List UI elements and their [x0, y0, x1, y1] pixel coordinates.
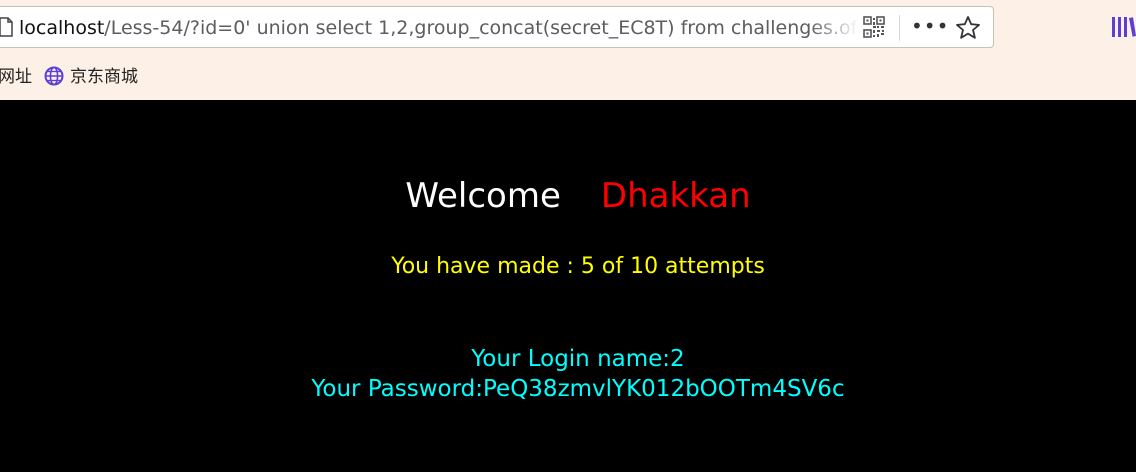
qr-code-icon[interactable] — [863, 16, 885, 38]
url-path: /Less-54/?id=0' union select 1,2,group_c… — [104, 17, 859, 39]
url-host: localhost — [19, 17, 105, 39]
page-content: Welcome Dhakkan You have made : 5 of 10 a… — [0, 100, 1136, 472]
url-text[interactable]: localhost/Less-54/?id=0' union select 1,… — [19, 16, 859, 40]
toolbar-divider — [899, 15, 900, 41]
library-icon[interactable] — [1110, 14, 1136, 40]
more-icon[interactable]: ••• — [911, 15, 948, 41]
welcome-heading: Welcome Dhakkan — [0, 174, 1136, 218]
user-name: Dhakkan — [600, 176, 751, 216]
bookmark-item-jd[interactable]: 京东商城 — [44, 66, 138, 88]
address-bar[interactable]: localhost/Less-54/?id=0' union select 1,… — [0, 6, 994, 48]
globe-icon — [44, 66, 64, 86]
star-icon[interactable] — [955, 15, 981, 41]
bookmark-item[interactable]: 网址 — [0, 66, 32, 88]
page-icon — [0, 17, 13, 37]
bookmark-label: 京东商城 — [70, 67, 138, 87]
bookmarks-bar: 网址 京东商城 — [0, 60, 1136, 94]
bookmark-label: 网址 — [0, 67, 32, 87]
attempts-counter: You have made : 5 of 10 attempts — [391, 254, 765, 279]
login-name-text: Your Login name:2 — [471, 346, 685, 372]
welcome-label: Welcome — [405, 176, 561, 216]
browser-toolbar: localhost/Less-54/?id=0' union select 1,… — [0, 0, 1136, 100]
password-text: Your Password:PeQ38zmvlYK012bOOTm4SV6c — [311, 376, 845, 402]
